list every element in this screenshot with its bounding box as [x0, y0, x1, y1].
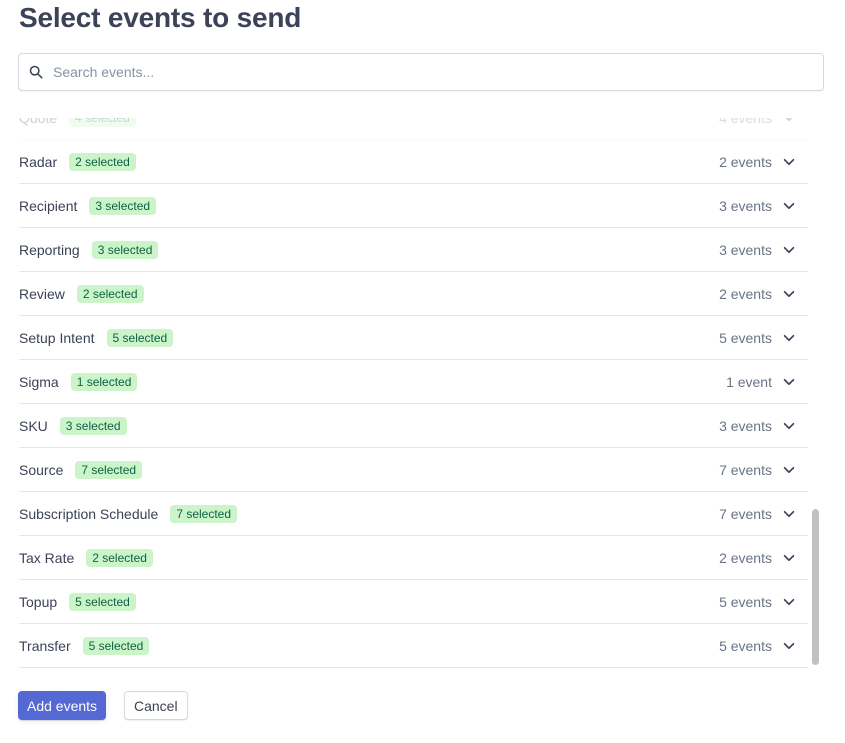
chevron-down-icon[interactable] [782, 595, 796, 609]
event-group-list-inner: Quote 4 selected 4 events Radar 2 selected 2 … [19, 118, 808, 668]
event-group-name: Subscription Schedule [19, 505, 159, 522]
event-group-name: Setup Intent [19, 329, 95, 346]
chevron-down-icon[interactable] [782, 243, 796, 257]
event-count: 2 events [719, 285, 772, 302]
event-group-name: Radar [19, 153, 58, 170]
cancel-button[interactable]: Cancel [124, 691, 188, 720]
search-box[interactable] [18, 53, 824, 91]
event-group-name: Sigma [19, 373, 59, 390]
scrollbar-thumb[interactable] [812, 509, 819, 665]
selected-count-badge: 7 selected [170, 504, 238, 523]
event-group-name: Transfer [19, 637, 71, 654]
chevron-down-icon[interactable] [782, 155, 796, 169]
event-group-row[interactable]: Reporting 3 selected 3 events [19, 228, 808, 272]
add-events-button[interactable]: Add events [18, 691, 107, 720]
event-group-row[interactable]: Subscription Schedule 7 selected 7 events [19, 492, 808, 536]
event-group-row[interactable]: Topup 5 selected 5 events [19, 580, 808, 624]
event-group-row[interactable]: Sigma 1 selected 1 event [19, 360, 808, 404]
event-group-row[interactable]: Review 2 selected 2 events [19, 272, 808, 316]
event-group-name: Reporting [19, 241, 80, 258]
event-count: 7 events [719, 505, 772, 522]
event-group-name: SKU [19, 417, 48, 434]
list-scrollbar[interactable] [811, 126, 821, 668]
chevron-down-icon[interactable] [782, 463, 796, 477]
event-group-row[interactable]: Quote 4 selected 4 events [19, 118, 808, 140]
event-count: 5 events [719, 637, 772, 654]
event-group-name: Tax Rate [19, 549, 75, 566]
event-group-name: Source [19, 461, 64, 478]
selected-count-badge: 3 selected [91, 240, 159, 259]
event-count: 2 events [719, 153, 772, 170]
selected-count-badge: 2 selected [76, 284, 144, 303]
event-count: 4 events [719, 118, 772, 126]
chevron-down-icon[interactable] [782, 287, 796, 301]
chevron-down-icon[interactable] [782, 199, 796, 213]
event-group-row[interactable]: Source 7 selected 7 events [19, 448, 808, 492]
chevron-down-icon[interactable] [782, 375, 796, 389]
event-group-name: Review [19, 285, 65, 302]
event-count: 3 events [719, 417, 772, 434]
event-group-list[interactable]: Quote 4 selected 4 events Radar 2 selected 2 … [19, 118, 808, 668]
selected-count-badge: 3 selected [59, 416, 127, 435]
event-count: 1 event [726, 373, 772, 390]
event-count: 3 events [719, 241, 772, 258]
page-title: Select events to send [19, 2, 302, 33]
selected-count-badge: 7 selected [75, 460, 143, 479]
selected-count-badge: 3 selected [89, 196, 157, 215]
chevron-down-icon[interactable] [782, 507, 796, 521]
event-group-row[interactable]: Setup Intent 5 selected 5 events [19, 316, 808, 360]
chevron-down-icon[interactable] [782, 551, 796, 565]
event-group-row[interactable]: Transfer 5 selected 5 events [19, 624, 808, 668]
event-count: 5 events [719, 329, 772, 346]
event-count: 7 events [719, 461, 772, 478]
selected-count-badge: 4 selected [69, 118, 136, 127]
selected-count-badge: 2 selected [69, 152, 136, 171]
event-group-row[interactable]: SKU 3 selected 3 events [19, 404, 808, 448]
selected-count-badge: 5 selected [82, 636, 150, 655]
event-count: 3 events [719, 197, 772, 214]
search-icon [29, 65, 43, 79]
event-group-name: Topup [19, 593, 58, 610]
chevron-down-icon[interactable] [782, 639, 796, 653]
chevron-down-icon[interactable] [782, 331, 796, 345]
event-group-row[interactable]: Radar 2 selected 2 events [19, 140, 808, 184]
event-selection-page: Select events to send Quote 4 selected 4 e… [0, 0, 845, 743]
selected-count-badge: 1 selected [70, 372, 138, 391]
event-group-name: Recipient [19, 197, 78, 214]
event-group-name: Quote [19, 118, 57, 126]
selected-count-badge: 5 selected [69, 592, 136, 611]
selected-count-badge: 2 selected [86, 548, 153, 567]
event-count: 5 events [719, 593, 772, 610]
event-group-row[interactable]: Recipient 3 selected 3 events [19, 184, 808, 228]
selected-count-badge: 5 selected [106, 328, 174, 347]
chevron-down-icon[interactable] [782, 118, 796, 125]
event-group-row[interactable]: Tax Rate 2 selected 2 events [19, 536, 808, 580]
chevron-down-icon[interactable] [782, 419, 796, 433]
event-count: 2 events [719, 549, 772, 566]
search-input[interactable] [53, 54, 813, 90]
